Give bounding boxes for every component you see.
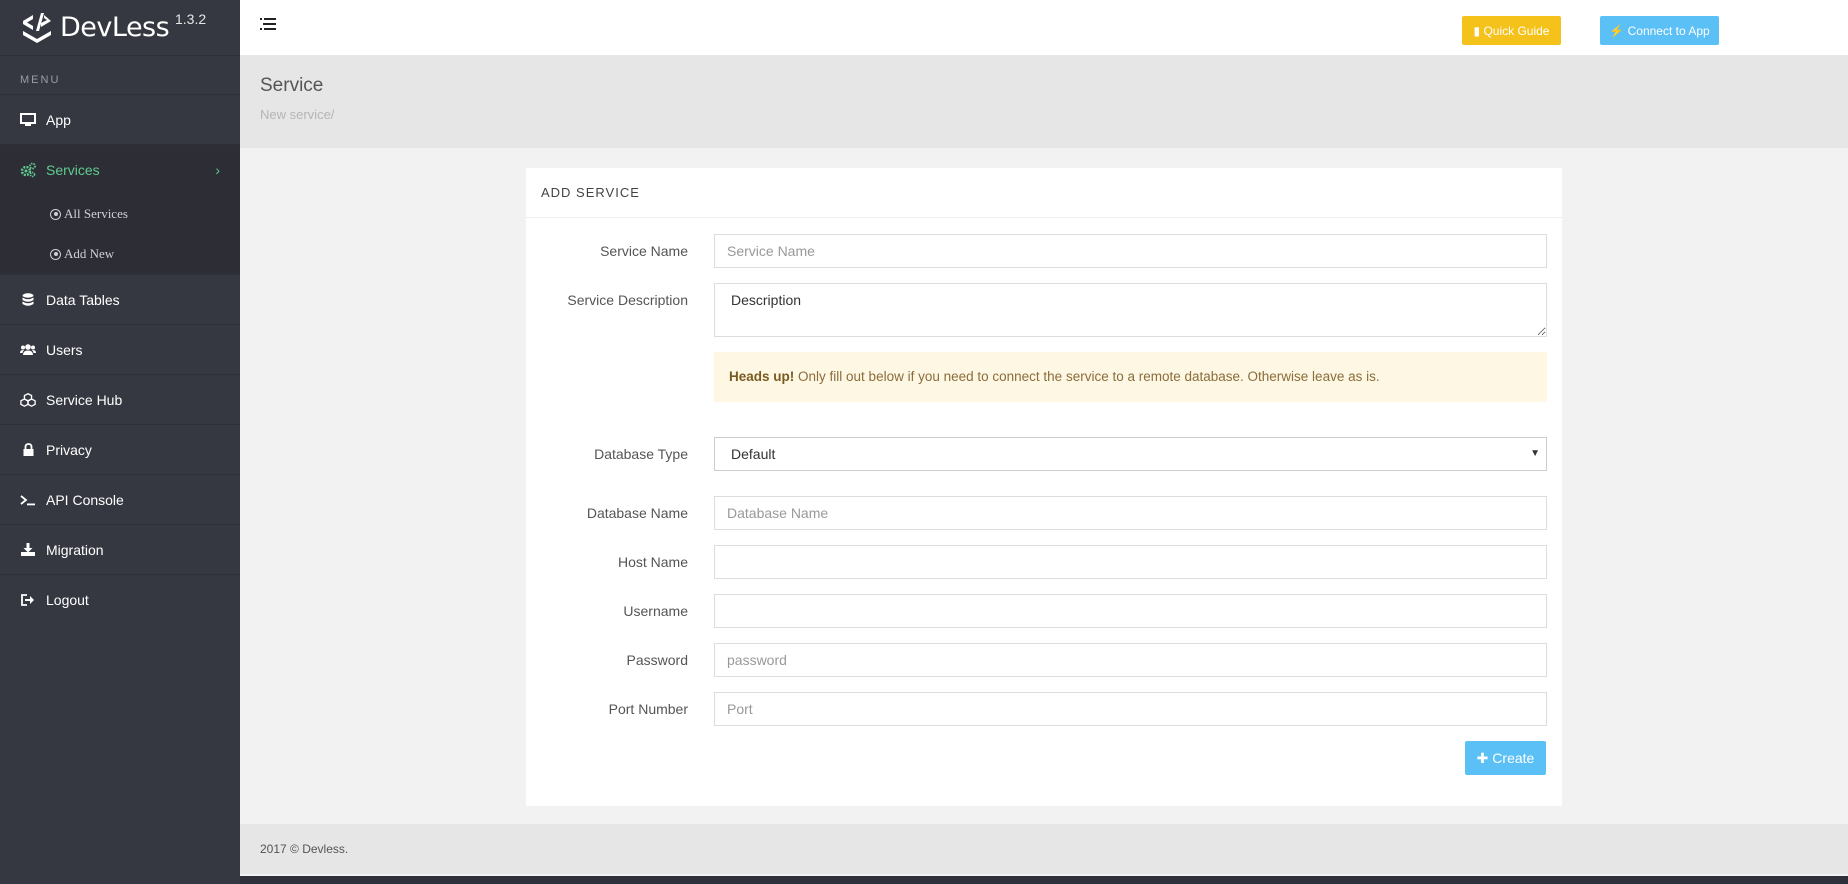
service-description-textarea[interactable]: Description [714, 283, 1547, 337]
services-submenu: All Services Add New [0, 194, 240, 274]
host-name-input[interactable] [714, 545, 1547, 579]
sidebar: DevLess 1.3.2 MENU App Services › All Se… [0, 0, 240, 884]
sidebar-item-data-tables[interactable]: Data Tables [0, 274, 240, 324]
page-header: Service New service/ [240, 56, 1848, 148]
users-icon [20, 342, 36, 358]
menu-toggle-icon[interactable] [260, 17, 276, 31]
devless-logo-icon [23, 12, 51, 43]
sidebar-item-service-hub[interactable]: Service Hub [0, 374, 240, 424]
port-number-input[interactable] [714, 692, 1547, 726]
alert-strong: Heads up! [729, 369, 795, 384]
service-description-label: Service Description [567, 292, 688, 308]
caret-down-icon: ▼ [1530, 448, 1540, 459]
username-label: Username [623, 603, 688, 619]
sidebar-item-app[interactable]: App [0, 94, 240, 144]
sidebar-item-label: App [46, 111, 71, 128]
sidebar-item-label: Service Hub [46, 391, 123, 408]
breadcrumb: New service/ [260, 107, 335, 122]
footer: 2017 © Devless. [240, 824, 1848, 874]
sidebar-item-api-console[interactable]: API Console [0, 474, 240, 524]
cogs-icon [20, 162, 36, 178]
quick-guide-label: Quick Guide [1483, 23, 1550, 38]
menu-label: MENU [20, 74, 61, 86]
sidebar-item-users[interactable]: Users [0, 324, 240, 374]
service-name-input[interactable] [714, 234, 1547, 268]
create-button[interactable]: ✚ Create [1465, 741, 1546, 775]
service-name-label: Service Name [600, 243, 688, 259]
password-input[interactable] [714, 643, 1547, 677]
sidebar-item-logout[interactable]: Logout [0, 574, 240, 624]
database-type-select[interactable]: Default ▼ [714, 437, 1547, 471]
sidebar-item-privacy[interactable]: Privacy [0, 424, 240, 474]
quick-guide-button[interactable]: ▮ Quick Guide [1462, 16, 1561, 45]
sidebar-subitem-add-new[interactable]: Add New [0, 234, 240, 274]
plug-icon: ⚡ [1609, 23, 1628, 38]
sidebar-item-label: Migration [46, 541, 104, 558]
page-title: Service [260, 75, 324, 96]
sidebar-item-label: Data Tables [46, 291, 120, 308]
database-name-input[interactable] [714, 496, 1547, 530]
sidebar-item-services[interactable]: Services › [0, 144, 240, 194]
database-name-label: Database Name [586, 505, 688, 521]
main-content: Service New service/ ADD SERVICE Service… [240, 56, 1848, 876]
version-label: 1.3.2 [175, 11, 207, 27]
sidebar-item-label: Privacy [46, 441, 92, 458]
brand-name: DevLess [60, 12, 170, 43]
sidebar-subitem-all-services[interactable]: All Services [0, 194, 240, 234]
download-icon [20, 542, 36, 558]
plus-icon: ✚ [1476, 749, 1493, 766]
sidebar-item-label: Logout [46, 591, 89, 608]
database-icon [20, 292, 36, 308]
port-number-label: Port Number [608, 701, 688, 717]
cubes-icon [20, 392, 36, 408]
sidebar-item-label: Services [46, 161, 100, 178]
password-label: Password [626, 652, 688, 668]
username-input[interactable] [714, 594, 1547, 628]
brand[interactable]: DevLess 1.3.2 [0, 0, 240, 56]
topbar: ▮ Quick Guide ⚡ Connect to App [240, 0, 1848, 56]
book-icon: ▮ [1473, 23, 1484, 38]
sign-out-icon [20, 592, 36, 608]
add-service-card: ADD SERVICE Service Name Service Descrip… [526, 168, 1562, 806]
database-type-label: Database Type [594, 446, 688, 462]
database-type-value: Default [731, 446, 776, 462]
chevron-right-icon: › [215, 162, 220, 178]
create-label: Create [1492, 749, 1535, 766]
sidebar-item-label: Users [46, 341, 83, 358]
sidebar-subitem-label: All Services [64, 206, 128, 221]
connect-label: Connect to App [1627, 23, 1710, 38]
monitor-icon [20, 112, 36, 128]
heads-up-alert: Heads up! Only fill out below if you nee… [714, 352, 1547, 402]
sidebar-item-migration[interactable]: Migration [0, 524, 240, 574]
host-name-label: Host Name [617, 554, 688, 570]
connect-to-app-button[interactable]: ⚡ Connect to App [1600, 16, 1719, 45]
card-heading: ADD SERVICE [526, 168, 1562, 218]
dot-circle-icon [50, 208, 61, 220]
sidebar-subitem-label: Add New [64, 246, 115, 261]
sidebar-item-label: API Console [46, 491, 124, 508]
alert-text: Only fill out below if you need to conne… [798, 369, 1380, 384]
dot-circle-icon [50, 248, 61, 260]
terminal-icon [20, 492, 36, 508]
lock-icon [20, 442, 36, 458]
